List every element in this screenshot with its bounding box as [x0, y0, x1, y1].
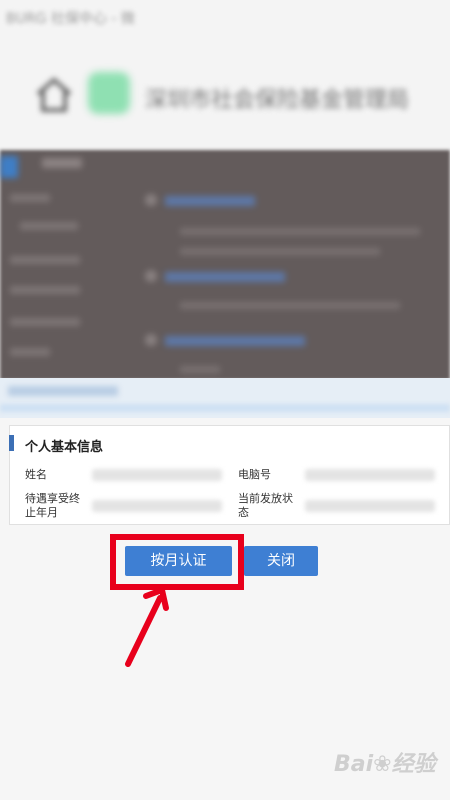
overlay-text-line	[180, 228, 420, 235]
benefit-end-month-value	[92, 500, 222, 512]
overlay-menu-item	[10, 286, 80, 294]
overlay-text-line	[180, 366, 220, 373]
watermark: Bai❀经验	[334, 746, 436, 778]
red-arrow-icon	[125, 585, 169, 667]
site-logo	[88, 72, 130, 114]
background-page: BURG 社保中心 - 微 深圳市社会保险基金管理局	[0, 0, 450, 150]
site-header: 深圳市社会保险基金管理局	[0, 62, 450, 132]
paw-icon: ❀	[373, 752, 392, 777]
dimmed-overlay	[0, 150, 450, 380]
info-strip	[0, 378, 450, 418]
computer-number-label: 电脑号	[238, 468, 271, 481]
panel-title: 个人基本信息	[25, 440, 104, 455]
overlay-menu-item	[10, 194, 50, 202]
info-strip-bar	[0, 404, 450, 412]
overlay-tab	[0, 156, 18, 178]
panel-title-marker	[9, 435, 14, 451]
overlay-heading	[165, 196, 255, 206]
close-button[interactable]: 关闭	[244, 546, 318, 576]
overlay-text-line	[180, 302, 400, 309]
overlay-tab-text	[42, 158, 82, 168]
payment-status-label: 当前发放状态	[238, 492, 293, 519]
window-title: BURG 社保中心 - 微	[6, 11, 135, 27]
overlay-menu-item	[10, 318, 80, 326]
benefit-end-month-label: 待遇享受终止年月	[25, 492, 80, 519]
site-name: 深圳市社会保险基金管理局	[145, 88, 410, 113]
overlay-heading	[165, 336, 305, 346]
computer-number-value	[305, 469, 435, 481]
overlay-bullet	[145, 334, 157, 346]
overlay-menu-item	[10, 256, 80, 264]
payment-status-value	[305, 500, 435, 512]
overlay-menu-item	[20, 222, 78, 230]
overlay-menu-item	[10, 348, 50, 356]
overlay-bullet	[145, 194, 157, 206]
name-label: 姓名	[25, 468, 47, 481]
personal-info-panel: 个人基本信息 姓名 电脑号 待遇享受终止年月 当前发放状态	[9, 425, 450, 525]
watermark-text: Bai	[334, 752, 374, 777]
info-strip-text	[8, 386, 118, 396]
watermark-suffix: 经验	[391, 752, 436, 777]
overlay-bullet	[145, 270, 157, 282]
home-icon	[36, 77, 72, 112]
overlay-text-line	[180, 248, 380, 255]
overlay-heading	[165, 272, 285, 282]
name-value	[92, 469, 222, 481]
